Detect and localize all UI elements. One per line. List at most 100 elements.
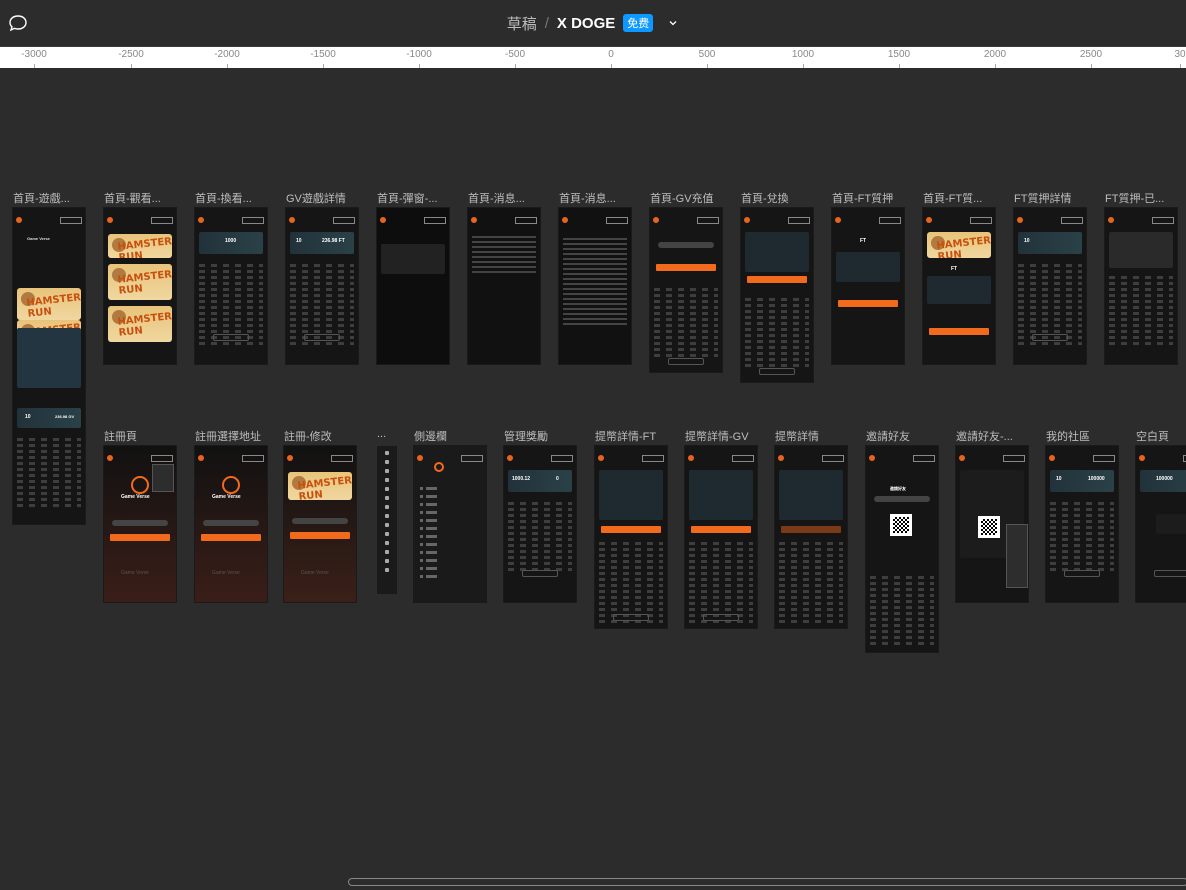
table-row [199,288,263,291]
horizontal-scrollbar[interactable] [348,878,1186,886]
message-text-line [563,313,627,315]
table-row [290,270,354,273]
frame-header [778,454,844,462]
table-row [1018,264,1082,267]
artboard-frame[interactable]: HAMSTER RUN FT [923,208,995,364]
frame-text: 0 [556,476,559,482]
table-row [599,602,663,605]
frame-label[interactable]: 邀請好友-... [956,428,1013,444]
frame-label[interactable]: 註冊頁 [104,428,137,444]
table-row [199,294,263,297]
artboard-frame[interactable] [1105,208,1177,364]
app-logo-icon [198,217,204,223]
exchange-card [745,232,809,272]
frame-label[interactable]: 首頁-FT質... [923,190,982,206]
frame-label[interactable]: 首頁-消息... [559,190,616,206]
artboard-frame[interactable]: 10 236.98 FT [286,208,358,364]
artboard-frame[interactable]: HAMSTER RUN Game Verse [284,446,356,602]
file-name[interactable]: X DOGE [557,15,615,32]
ruler-tick-label: 30 [1174,49,1186,60]
table-row [599,584,663,587]
wallet-button [642,454,664,462]
frame-text: 1000.12 [512,476,531,482]
sidebar-icon [385,523,389,527]
artboard-frame[interactable]: 100000 [1136,446,1186,602]
frame-label[interactable]: 提幣詳情 [775,428,819,444]
artboard-frame[interactable]: 邀請好友 [866,446,938,652]
artboard-frame[interactable]: Game Verse Game Verse [195,446,267,602]
artboard-frame[interactable]: 1000 [195,208,267,364]
design-canvas[interactable]: 首頁-遊戲... 首頁-觀看... 首頁-換看... GV遊戲詳情 首頁-彈窗-... 首… [0,68,1186,890]
frame-label[interactable]: 首頁-GV充值 [650,190,714,206]
table-row [17,498,81,501]
frame-label[interactable]: 提幣詳情-FT [595,428,656,444]
frame-label[interactable]: 邀請好友 [866,428,910,444]
frame-label[interactable]: 首頁-兌換 [741,190,789,206]
table-row [745,304,809,307]
artboard-frame[interactable]: FT [832,208,904,364]
register-button [110,534,170,541]
frame-label[interactable]: FT質押詳情 [1014,190,1071,206]
artboard-frame[interactable] [956,446,1028,602]
table-row [1109,282,1173,285]
message-text-line [563,253,627,255]
message-text-line [563,293,627,295]
artboard-frame[interactable] [559,208,631,364]
data-table [1109,276,1173,348]
frame-label[interactable]: 首頁-觀看... [104,190,161,206]
wallet-button [551,454,573,462]
frame-label[interactable]: 首頁-換看... [195,190,252,206]
chevron-down-icon[interactable] [667,17,679,29]
sidebar-icon [385,532,389,536]
message-text-line [472,236,536,238]
artboard-frame[interactable]: Game VerseHAMSTER RUNHAMSTER RUN10236.98… [13,208,85,524]
frame-text: FT [951,266,958,272]
artboard-frame[interactable] [377,208,449,364]
frame-label[interactable]: 註冊選擇地址 [195,428,261,444]
frame-label[interactable]: 管理獎勵 [504,428,548,444]
frame-label[interactable]: GV遊戲詳情 [286,190,346,206]
frame-label[interactable]: ... [377,428,386,440]
artboard-frame[interactable]: Game Verse Game Verse [104,446,176,602]
frame-label[interactable]: 提幣詳情-GV [685,428,749,444]
frame-label[interactable]: 我的社區 [1046,428,1090,444]
frame-header [471,216,537,224]
frame-label[interactable]: 首頁-遊戲... [13,190,70,206]
hamster-run-logo-text: HAMSTER RUN [117,269,172,297]
artboard-frame[interactable] [650,208,722,372]
invite-qr-code [978,516,1000,538]
app-logo-icon [562,217,568,223]
frame-header [1017,216,1083,224]
artboard-frame[interactable]: 10 100000 [1046,446,1118,602]
artboard-frame[interactable] [595,446,667,628]
table-row [689,542,753,545]
frame-text: 10 [296,238,302,244]
table-row [689,584,753,587]
artboard-frame[interactable] [685,446,757,628]
frame-text: Game Verse [121,494,150,500]
artboard-frame[interactable]: HAMSTER RUN HAMSTER RUN HAMSTER RUN [104,208,176,364]
breadcrumb-drafts[interactable]: 草稿 [507,13,537,34]
table-row [654,354,718,357]
table-row [290,300,354,303]
hamster-run-logo-text: HAMSTER RUN [117,236,172,258]
frame-label[interactable]: 首頁-消息... [468,190,525,206]
frame-label[interactable]: 註冊-修改 [284,428,332,444]
message-text-line [472,256,536,258]
table-row [199,324,263,327]
pagination [759,368,795,375]
frame-label[interactable]: FT質押-已... [1105,190,1164,206]
frame-label[interactable]: 首頁-彈窗-... [377,190,438,206]
artboard-frame[interactable]: 10 [1014,208,1086,364]
frame-label[interactable]: 空白頁 [1136,428,1169,444]
frame-label[interactable]: 首頁-FT質押 [832,190,893,206]
artboard-frame[interactable]: 1000.12 0 [504,446,576,602]
frame-label[interactable]: 側邊欄 [414,428,447,444]
artboard-frame[interactable] [741,208,813,382]
artboard-frame[interactable] [775,446,847,628]
artboard-frame[interactable] [414,446,486,602]
wallet-button [913,454,935,462]
artboard-frame[interactable] [468,208,540,364]
table-row [745,334,809,337]
data-table [654,288,718,360]
